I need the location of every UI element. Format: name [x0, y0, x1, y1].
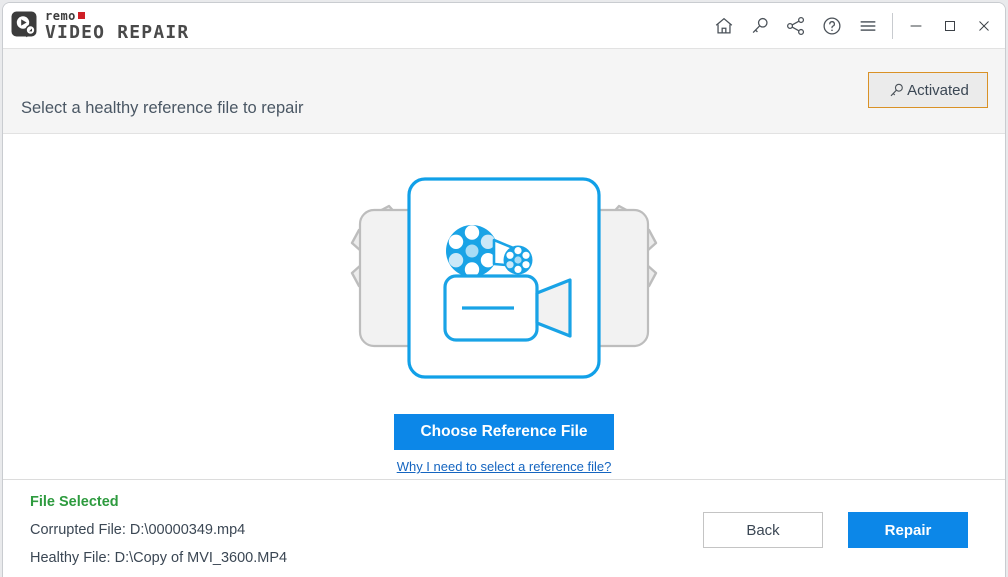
app-window: remo VIDEO REPAIR: [2, 2, 1006, 577]
page-title: Select a healthy reference file to repai…: [21, 99, 304, 118]
help-icon[interactable]: [814, 9, 850, 43]
corrupted-file-path: Corrupted File: D:\00000349.mp4: [30, 522, 245, 538]
why-reference-file-link[interactable]: Why I need to select a reference file?: [397, 459, 612, 474]
healthy-file-path: Healthy File: D:\Copy of MVI_3600.MP4: [30, 550, 287, 566]
brand-word: remo: [45, 10, 76, 22]
app-logo: remo VIDEO REPAIR: [11, 8, 189, 44]
main-stage: Choose Reference File Why I need to sele…: [3, 134, 1005, 479]
titlebar-divider: [892, 13, 893, 39]
activated-badge[interactable]: Activated: [868, 72, 988, 108]
titlebar-actions: [706, 3, 1001, 48]
choose-reference-file-button[interactable]: Choose Reference File: [394, 414, 614, 450]
close-button[interactable]: [967, 9, 1001, 43]
brand-title: VIDEO REPAIR: [45, 23, 189, 43]
repair-button[interactable]: Repair: [848, 512, 968, 548]
activated-label: Activated: [907, 82, 969, 99]
page-header: Select a healthy reference file to repai…: [3, 48, 1005, 134]
key-icon[interactable]: [742, 9, 778, 43]
menu-icon[interactable]: [850, 9, 886, 43]
footer-bar: File Selected Corrupted File: D:\0000034…: [3, 479, 1005, 577]
file-selected-status: File Selected: [30, 494, 119, 510]
key-icon: [887, 81, 906, 100]
back-button[interactable]: Back: [703, 512, 823, 548]
home-icon[interactable]: [706, 9, 742, 43]
share-icon[interactable]: [778, 9, 814, 43]
title-bar: remo VIDEO REPAIR: [3, 3, 1005, 48]
minimize-button[interactable]: [899, 9, 933, 43]
maximize-button[interactable]: [933, 9, 967, 43]
brand-dot: [78, 12, 85, 19]
video-repair-illustration: [302, 176, 706, 380]
remo-logo-mark: [11, 11, 41, 41]
